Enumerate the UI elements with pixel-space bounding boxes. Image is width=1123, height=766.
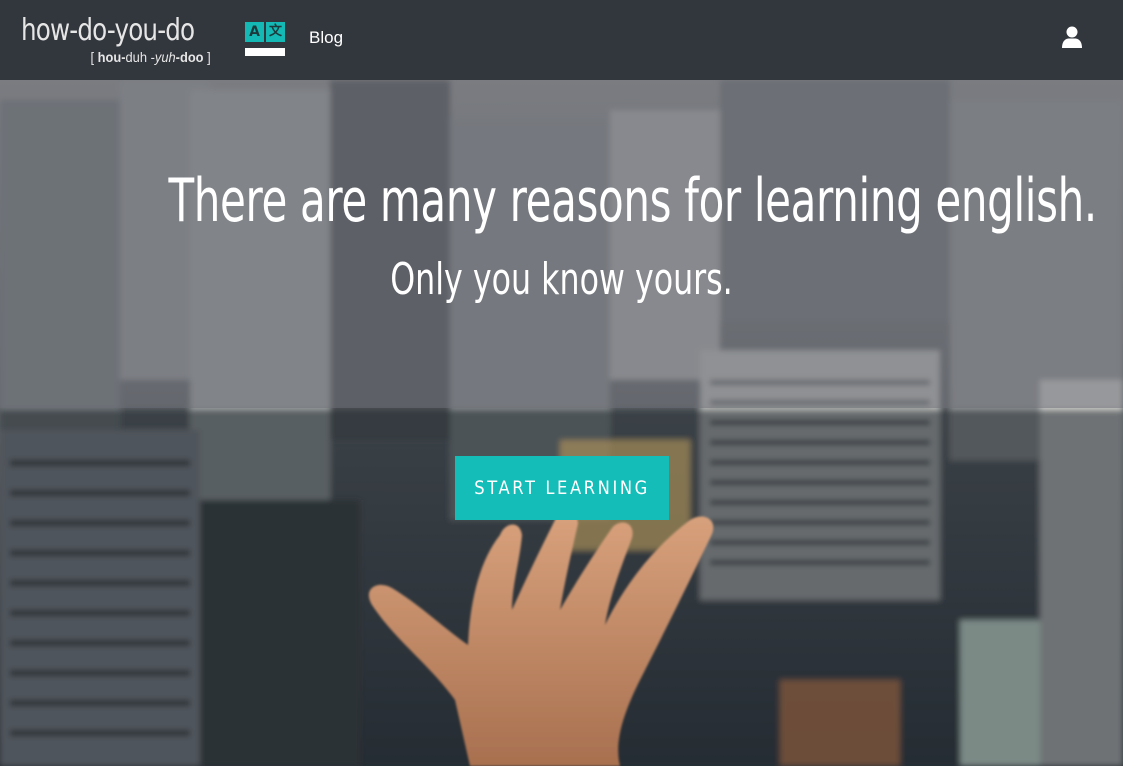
start-learning-button[interactable]: START LEARNING [455,456,669,520]
nav-blog-link[interactable]: Blog [309,28,343,48]
translate-icon[interactable]: A 文 [245,22,285,58]
translate-icon-latin: A [245,22,264,42]
headline-band [0,80,1123,408]
brand-title: how-do-you-do [21,13,195,48]
brand-pronunciation: [ hou-duh -yuh-doo ] [90,49,211,65]
translate-icon-bar [245,48,285,56]
translate-icon-cjk: 文 [266,22,285,42]
brand-logo[interactable]: how-do-you-do [ hou-duh -yuh-doo ] [21,13,221,69]
hero-headline: There are many reasons for learning engl… [168,166,1097,236]
hero-section: There are many reasons for learning engl… [0,80,1123,766]
start-learning-label: START LEARNING [474,477,650,499]
hero-subheadline: Only you know yours. [390,254,733,305]
navbar: how-do-you-do [ hou-duh -yuh-doo ] A 文 B… [0,0,1123,80]
user-icon[interactable] [1060,25,1084,49]
